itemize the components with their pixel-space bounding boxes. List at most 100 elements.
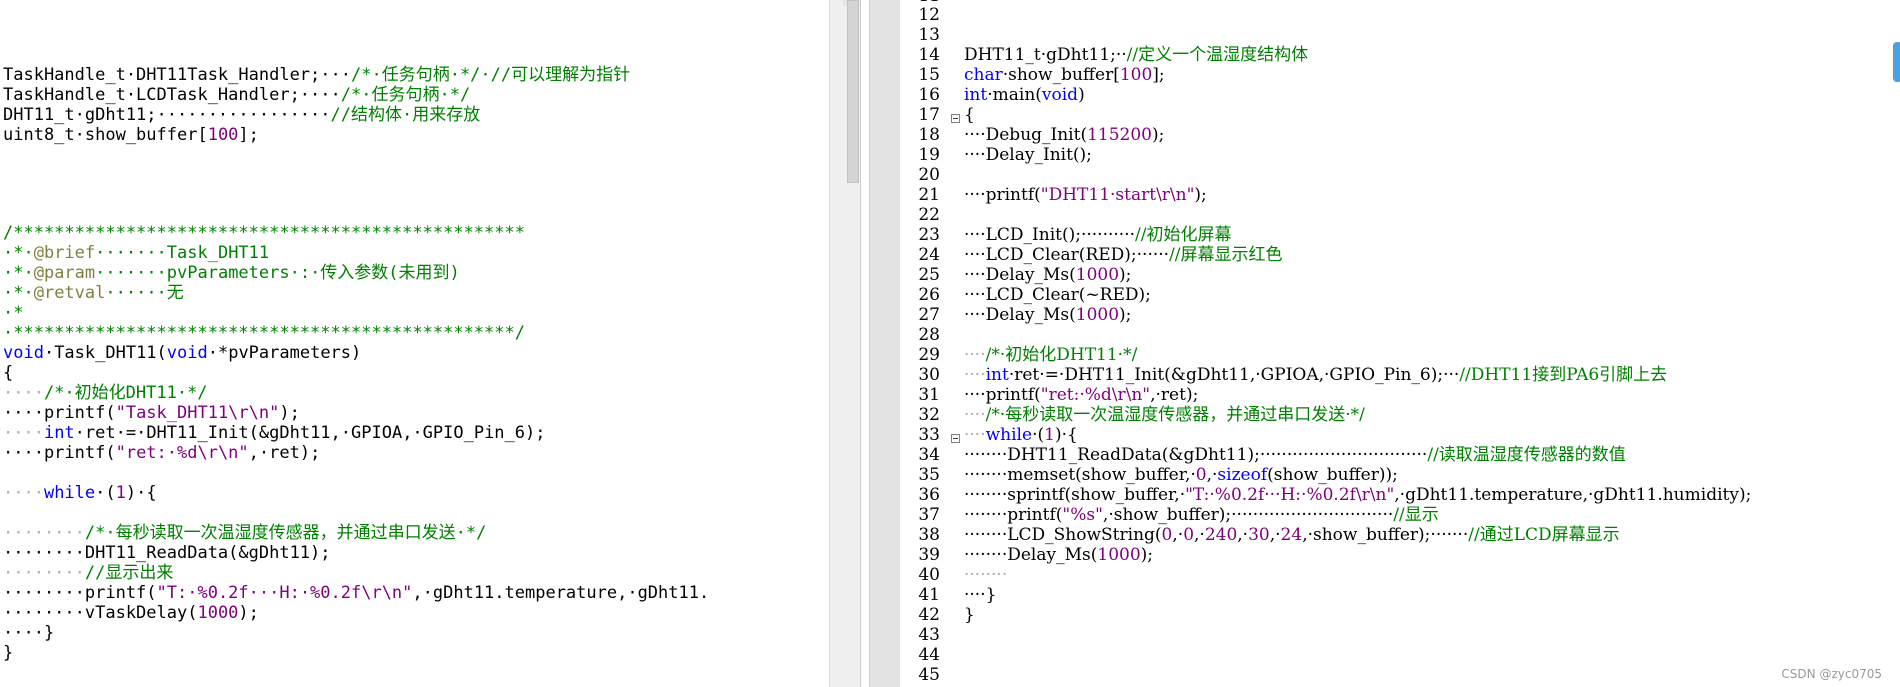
code-line[interactable]: ····printf("ret:·%d\r\n",·ret); [964, 385, 1198, 405]
line-number: 14 [918, 45, 940, 65]
code-token: /*·每秒读取一次温湿度传感器，并通过串口发送·*/ [84, 523, 487, 543]
code-token: 240 [1204, 525, 1238, 545]
code-token: ···· [3, 383, 44, 403]
code-line[interactable]: ·*·@retval······无 [3, 283, 184, 303]
code-token: "%s" [1062, 505, 1103, 525]
code-token: 100 [1119, 65, 1153, 85]
code-line[interactable]: ········/*·每秒读取一次温湿度传感器，并通过串口发送·*/ [3, 523, 486, 543]
code-token: 115200 [1087, 125, 1152, 145]
code-token: ···· [3, 483, 44, 503]
line-number: 35 [918, 465, 940, 485]
code-line[interactable]: ····printf("DHT11·start\r\n"); [964, 185, 1207, 205]
code-line[interactable]: ·***************************************… [3, 323, 525, 343]
code-line[interactable]: ·*·@param·······pvParameters·:·传入参数(未用到) [3, 263, 460, 283]
left-editor[interactable]: TaskHandle_t·DHT11Task_Handler;···/*·任务句… [0, 0, 829, 687]
code-line[interactable]: ········sprintf(show_buffer,·"T:·%0.2f··… [964, 485, 1751, 505]
code-line[interactable]: } [964, 605, 975, 625]
code-line[interactable]: ····Delay_Init(); [964, 145, 1092, 165]
code-token: while [985, 425, 1033, 445]
code-line[interactable]: void·Task_DHT11(void·*pvParameters) [3, 343, 361, 363]
line-number: 13 [918, 25, 940, 45]
code-token: @retval [33, 283, 106, 303]
code-token: ········DHT11_ReadData(&gDht11); [3, 543, 331, 563]
code-token: ·***************************************… [3, 323, 525, 343]
code-line[interactable]: ········ [964, 565, 1007, 585]
line-number: 20 [918, 165, 940, 185]
code-line[interactable]: ········vTaskDelay(1000); [3, 603, 259, 623]
code-line[interactable]: TaskHandle_t·DHT11Task_Handler;···/*·任务句… [3, 65, 630, 85]
code-line[interactable]: char·show_buffer[100]; [964, 65, 1165, 85]
code-line[interactable]: ····/*·每秒读取一次温湿度传感器，并通过串口发送·*/ [964, 405, 1365, 425]
code-line[interactable]: { [3, 363, 13, 383]
fold-toggle-icon[interactable] [951, 114, 960, 123]
left-vertical-scrollbar[interactable] [829, 0, 861, 687]
line-number: 26 [918, 285, 940, 305]
code-line[interactable]: ····Delay_Ms(1000); [964, 305, 1131, 325]
code-line[interactable]: ····int·ret·=·DHT11_Init(&gDht11,·GPIOA,… [964, 365, 1667, 385]
code-token: uint8_t·show_buffer[ [3, 125, 208, 145]
code-line[interactable]: ········DHT11_ReadData(&gDht11);········… [964, 445, 1626, 465]
code-token: ········ [3, 563, 85, 583]
code-line[interactable]: ····/*·初始化DHT11·*/ [3, 383, 208, 403]
code-token: void [3, 343, 44, 363]
code-line[interactable]: ········//显示出来 [3, 563, 173, 583]
code-token: ); [279, 403, 300, 423]
code-token: ·······Task_DHT11 [95, 243, 270, 263]
code-line[interactable]: ····LCD_Clear(~RED); [964, 285, 1151, 305]
code-line[interactable]: ·*·@brief·······Task_DHT11 [3, 243, 269, 263]
code-line[interactable]: ····} [964, 585, 996, 605]
side-panel-handle[interactable] [1893, 42, 1900, 82]
code-line[interactable]: ····} [3, 623, 54, 643]
code-line[interactable]: ········printf("%s",·show_buffer);······… [964, 505, 1439, 525]
line-number: 41 [918, 585, 940, 605]
code-token: "ret:·%d\r\n" [1040, 385, 1151, 405]
code-token: ····Delay_Ms( [964, 305, 1076, 325]
code-line[interactable]: ····LCD_Init();··········//初始化屏幕 [964, 225, 1231, 245]
code-line[interactable]: ········Delay_Ms(1000); [964, 545, 1153, 565]
line-number: 17 [918, 105, 940, 125]
code-line[interactable]: int·main(void) [964, 85, 1085, 105]
code-token: { [964, 105, 975, 125]
code-line[interactable]: DHT11_t·gDht11;··//定义一个温湿度结构体 [964, 45, 1308, 65]
code-line[interactable]: ····while·(1)·{ [964, 425, 1078, 445]
code-line[interactable]: ····/*·初始化DHT11·*/ [964, 345, 1137, 365]
line-number: 43 [918, 625, 940, 645]
code-line[interactable]: ····LCD_Clear(RED);······//屏幕显示红色 [964, 245, 1283, 265]
line-number: 34 [918, 445, 940, 465]
code-line[interactable]: ········memset(show_buffer,·0,·sizeof(sh… [964, 465, 1398, 485]
code-line[interactable]: DHT11_t·gDht11;·················//结构体·用来… [3, 105, 480, 125]
code-line[interactable]: ····int·ret·=·DHT11_Init(&gDht11,·GPIOA,… [3, 423, 545, 443]
code-token: 0 [1161, 525, 1173, 545]
code-line[interactable]: uint8_t·show_buffer[100]; [3, 125, 259, 145]
code-token: 1 [115, 483, 126, 503]
code-line[interactable]: ····Debug_Init(115200); [964, 125, 1164, 145]
code-token: ·show_buffer[ [1002, 65, 1120, 85]
code-line[interactable]: { [964, 105, 975, 125]
code-line[interactable]: TaskHandle_t·LCDTask_Handler;····/*·任务句柄… [3, 85, 470, 105]
code-line[interactable]: ····printf("ret:·%d\r\n",·ret); [3, 443, 320, 463]
line-number: 12 [918, 5, 940, 25]
code-token: ····Debug_Init( [964, 125, 1088, 145]
line-number: 45 [918, 665, 940, 685]
code-line[interactable]: /***************************************… [3, 223, 525, 243]
fold-toggle-icon[interactable] [951, 434, 960, 443]
scrollbar-thumb[interactable] [847, 0, 859, 183]
line-number: 40 [918, 565, 940, 585]
code-line[interactable]: ········printf("T:·%0.2f···H:·%0.2f\r\n"… [3, 583, 709, 603]
code-line[interactable]: ····while·(1)·{ [3, 483, 157, 503]
code-token: ,· [1194, 525, 1205, 545]
code-line[interactable]: ·* [3, 303, 23, 323]
code-line[interactable]: ········LCD_ShowString(0,·0,·240,·30,·24… [964, 525, 1620, 545]
code-line[interactable]: } [3, 643, 13, 663]
code-token: ········printf( [964, 505, 1063, 525]
line-number: 21 [918, 185, 940, 205]
code-line[interactable]: ········DHT11_ReadData(&gDht11); [3, 543, 331, 563]
code-token: void [166, 343, 208, 363]
code-token: ); [238, 603, 259, 623]
code-token: ·( [1032, 425, 1045, 445]
code-token: ······无 [105, 283, 184, 303]
code-token: ·main( [987, 85, 1042, 105]
code-line[interactable]: ····Delay_Ms(1000); [964, 265, 1131, 285]
code-line[interactable]: ····printf("Task_DHT11\r\n"); [3, 403, 300, 423]
code-token: 24 [1280, 525, 1303, 545]
